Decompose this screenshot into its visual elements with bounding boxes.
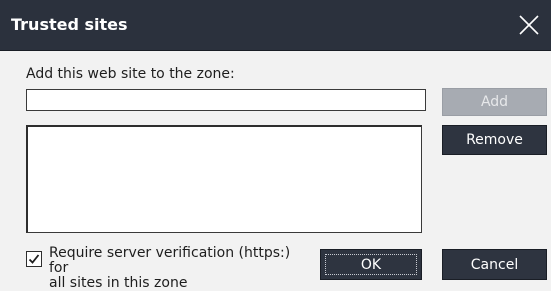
require-https-label-line1: Require server verification (https:) for [49,245,291,276]
close-button[interactable] [507,0,551,50]
add-site-prompt: Add this web site to the zone: [26,66,235,82]
remove-button[interactable]: Remove [442,125,547,155]
checkmark-icon [28,254,40,264]
add-button[interactable]: Add [442,88,547,116]
ok-button[interactable]: OK [320,249,422,280]
focus-rectangle [325,254,417,275]
close-icon [519,15,539,35]
websites-list[interactable] [26,125,422,233]
window-title: Trusted sites [11,15,128,34]
site-url-input[interactable] [26,89,426,111]
cancel-button[interactable]: Cancel [442,249,547,280]
require-https-label[interactable]: Require server verification (https:) for… [49,246,309,291]
title-bar: Trusted sites [0,0,551,51]
require-https-checkbox[interactable] [26,251,42,267]
require-https-label-line2: all sites in this zone [49,275,188,291]
